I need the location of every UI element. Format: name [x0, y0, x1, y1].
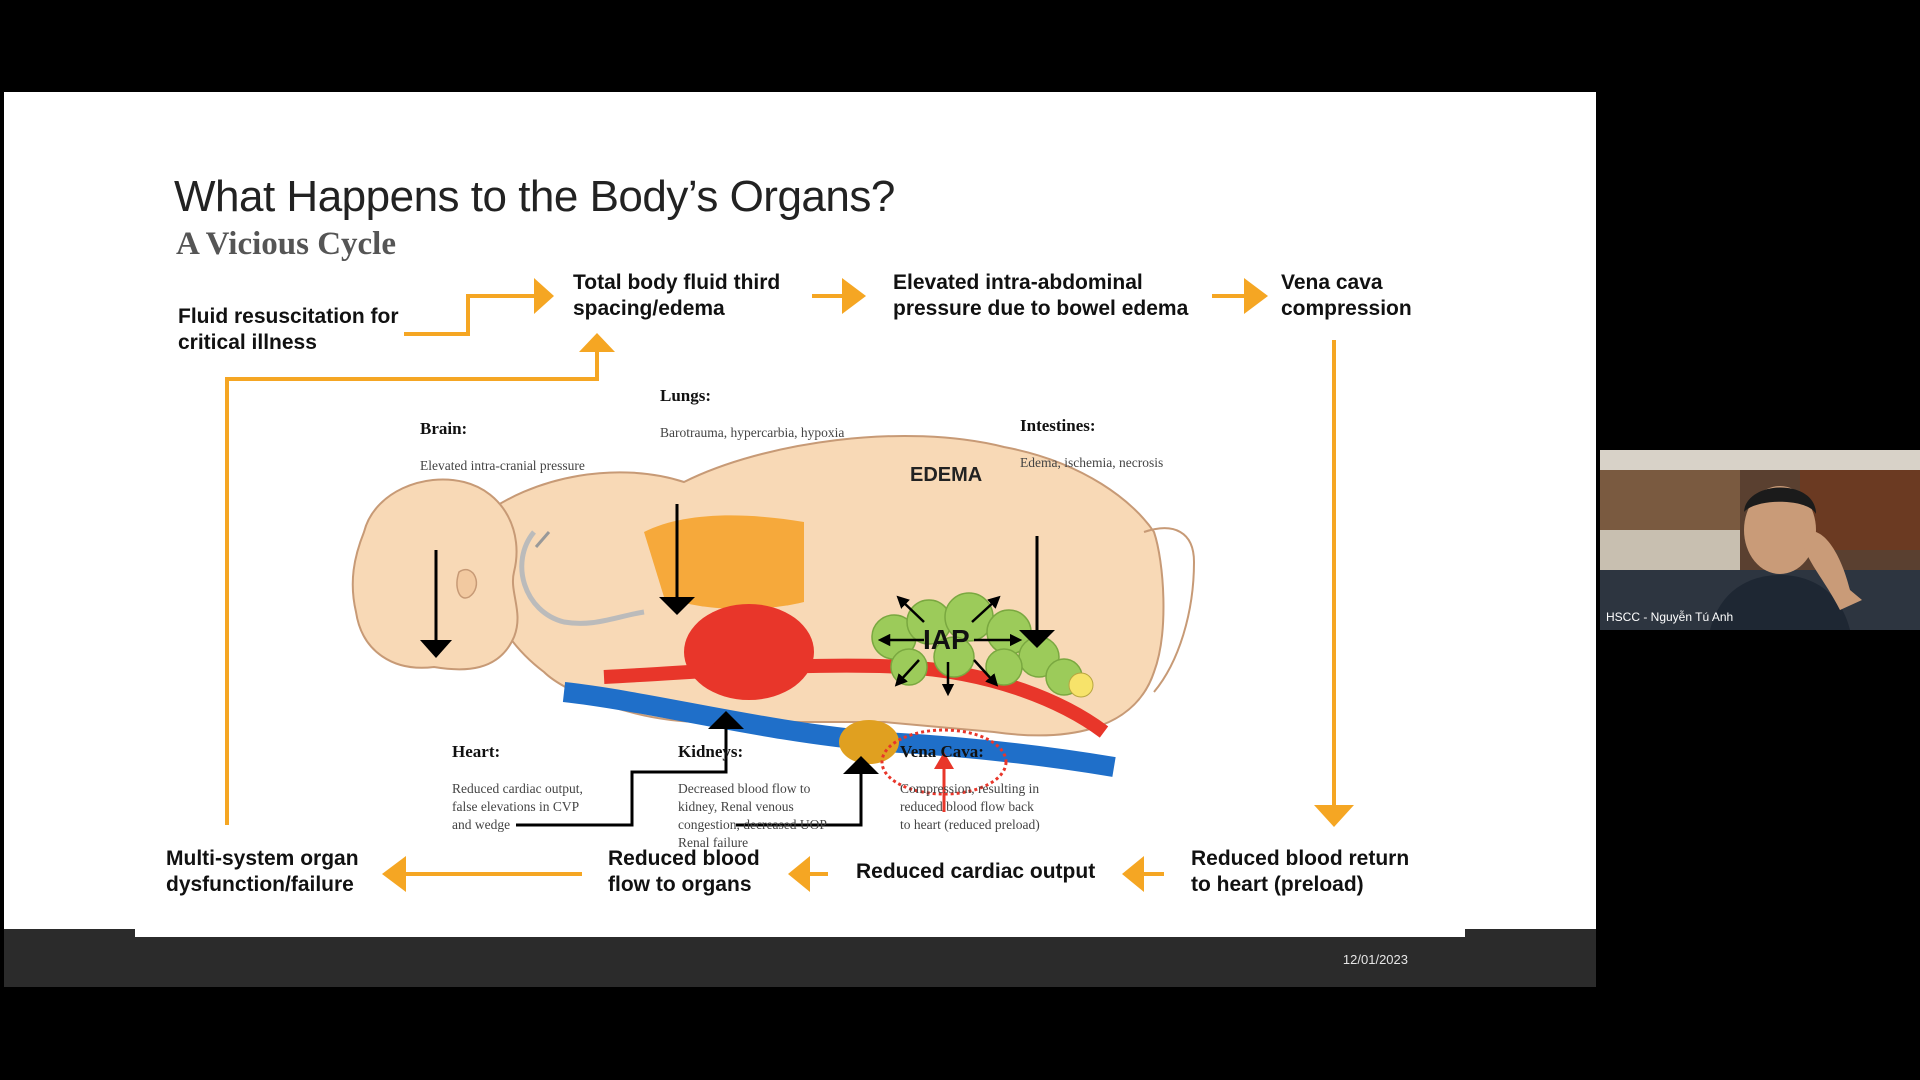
- vena-cava-desc: Compression, resulting in reduced blood …: [900, 781, 1040, 832]
- node-vena-cava-compression: Vena cava compression: [1281, 271, 1412, 320]
- slide-footer-cap: [135, 929, 1465, 937]
- heart-shape: [684, 604, 814, 700]
- node-reduced-blood-return: Reduced blood return to heart (preload): [1191, 847, 1410, 896]
- brain-name: Brain:: [420, 419, 468, 438]
- node-elevated-iap: Elevated intra-abdominal pressure due to…: [893, 271, 1189, 320]
- heart-name: Heart:: [452, 742, 501, 761]
- arrow-fluid-to-edema: [404, 294, 534, 336]
- participant-name-label: HSCC - Nguyễn Tú Anh: [1606, 610, 1734, 624]
- intestines-desc: Edema, ischemia, necrosis: [1020, 455, 1164, 470]
- label-vena-cava: Vena Cava: Compression, resulting in red…: [900, 724, 1040, 852]
- node-multi-system-failure: Multi-system organ dysfunction/failure: [166, 847, 359, 896]
- presentation-slide: What Happens to the Body’s Organs? A Vic…: [4, 92, 1596, 987]
- intestines-name: Intestines:: [1020, 416, 1096, 435]
- heart-desc: Reduced cardiac output, false elevations…: [452, 781, 583, 832]
- kidneys-desc: Decreased blood flow to kidney, Renal ve…: [678, 781, 827, 850]
- iap-label: IAP: [923, 624, 970, 655]
- label-intestines: Intestines: Edema, ischemia, necrosis: [1020, 398, 1163, 490]
- ear: [456, 569, 478, 599]
- slide-date: 12/01/2023: [1342, 952, 1408, 967]
- kidney-shape: [839, 720, 899, 764]
- node-fluid-resuscitation: Fluid resuscitation for critical illness: [178, 305, 399, 354]
- label-lungs: Lungs: Barotrauma, hypercarbia, hypoxia: [660, 368, 844, 460]
- lungs-name: Lungs:: [660, 386, 712, 405]
- label-heart: Heart: Reduced cardiac output, false ele…: [452, 724, 583, 852]
- participant-video-tile[interactable]: HSCC - Nguyễn Tú Anh: [1600, 450, 1920, 630]
- brain-desc: Elevated intra-cranial pressure: [420, 458, 585, 473]
- label-brain: Brain: Elevated intra-cranial pressure: [420, 401, 585, 493]
- label-kidneys: Kidneys: Decreased blood flow to kidney,…: [678, 724, 827, 870]
- participant-video-feed: [1600, 450, 1920, 630]
- lungs-shape: [644, 515, 804, 609]
- edema-label: EDEMA: [910, 464, 983, 486]
- vena-cava-name: Vena Cava:: [900, 742, 984, 761]
- node-reduced-cardiac-output: Reduced cardiac output: [856, 860, 1096, 883]
- node-third-spacing: Total body fluid third spacing/edema: [573, 271, 781, 320]
- lungs-desc: Barotrauma, hypercarbia, hypoxia: [660, 425, 845, 440]
- kidneys-name: Kidneys:: [678, 742, 744, 761]
